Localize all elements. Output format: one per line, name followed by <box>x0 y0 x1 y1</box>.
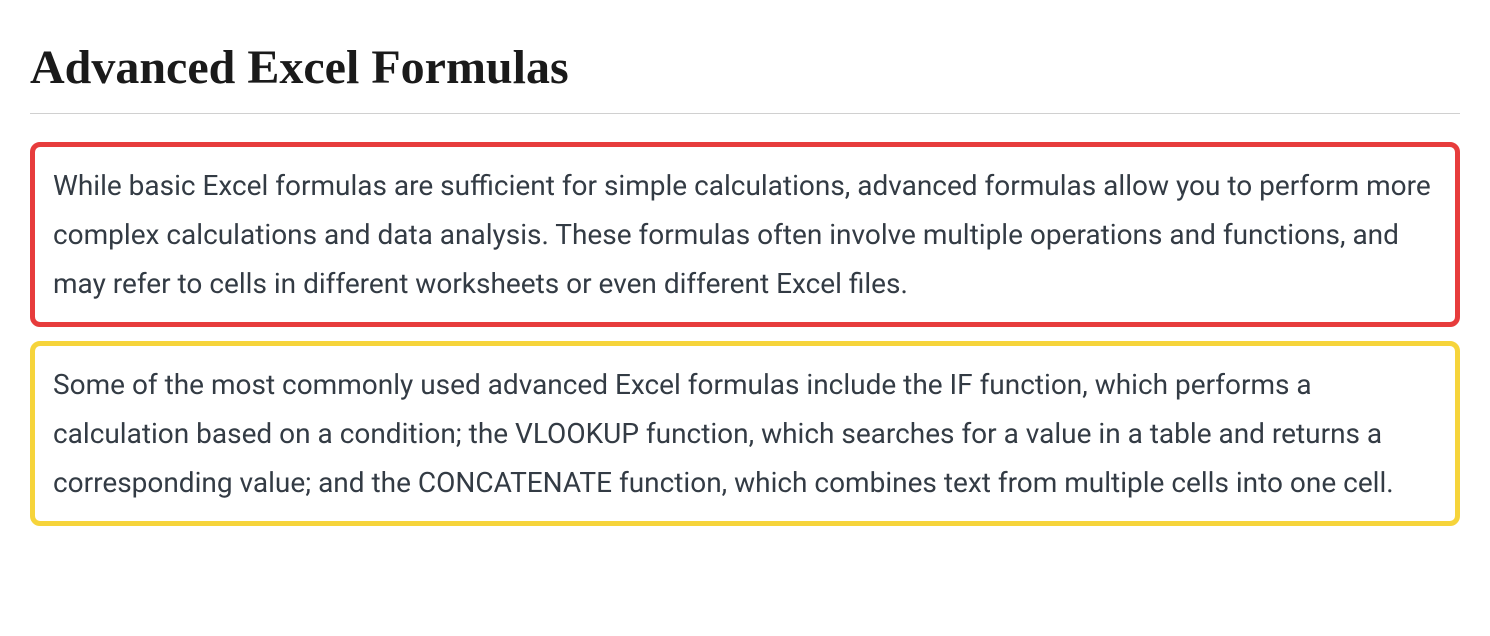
page-title: Advanced Excel Formulas <box>30 40 1460 95</box>
paragraph-2-text: Some of the most commonly used advanced … <box>53 360 1437 507</box>
title-divider <box>30 113 1460 114</box>
highlighted-paragraph-yellow: Some of the most commonly used advanced … <box>30 341 1460 526</box>
paragraph-1-text: While basic Excel formulas are sufficien… <box>53 161 1437 308</box>
highlighted-paragraph-red: While basic Excel formulas are sufficien… <box>30 142 1460 327</box>
